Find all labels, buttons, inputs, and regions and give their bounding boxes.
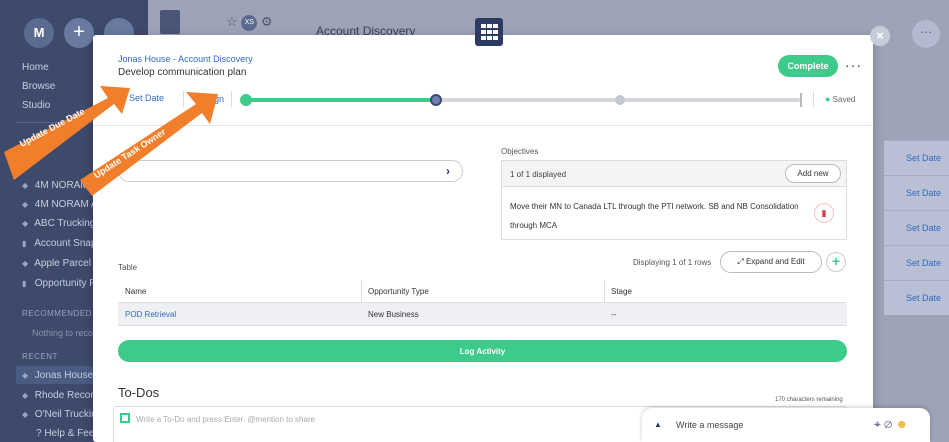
annotation-arrows — [4, 86, 218, 196]
